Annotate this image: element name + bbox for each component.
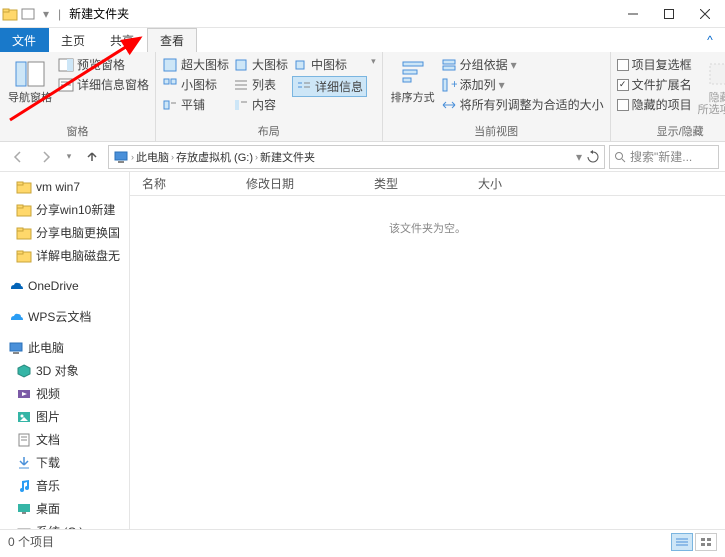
group-label-layout: 布局: [162, 123, 376, 139]
close-button[interactable]: [687, 0, 723, 28]
ribbon-tabs: 文件 主页 共享 查看 ^: [0, 28, 725, 52]
sidebar-thispc[interactable]: 此电脑: [0, 336, 129, 359]
group-label-show: 显示/隐藏: [617, 123, 725, 139]
history-dropdown-icon[interactable]: ▾: [576, 150, 582, 164]
sidebar-item[interactable]: 系统 (C:): [0, 520, 129, 529]
group-label-panes: 窗格: [6, 123, 149, 139]
sidebar-item[interactable]: 视频: [0, 382, 129, 405]
layout-xl[interactable]: 超大图标: [162, 56, 229, 73]
view-details-button[interactable]: [671, 533, 693, 551]
refresh-icon[interactable]: [586, 150, 600, 164]
crumb-thispc[interactable]: 此电脑: [136, 149, 169, 165]
sidebar-item[interactable]: 桌面: [0, 497, 129, 520]
file-ext-toggle[interactable]: ✓文件扩展名: [617, 76, 692, 93]
col-size[interactable]: 大小: [478, 175, 502, 192]
sidebar-item[interactable]: 图片: [0, 405, 129, 428]
layout-md[interactable]: 中图标: [292, 56, 367, 73]
groupby-button[interactable]: 分组依据 ▾: [441, 56, 604, 73]
hidden-items-toggle[interactable]: 隐藏的项目: [617, 96, 692, 113]
folder-icon: [2, 5, 18, 23]
statusbar: 0 个项目: [0, 529, 725, 553]
pc-icon: [113, 149, 129, 165]
layout-content[interactable]: 内容: [233, 96, 288, 113]
back-button[interactable]: [6, 145, 30, 169]
col-type[interactable]: 类型: [374, 175, 398, 192]
crumb-drive[interactable]: 存放虚拟机 (G:): [176, 149, 253, 165]
search-input[interactable]: 搜索"新建...: [609, 145, 719, 169]
minimize-button[interactable]: [615, 0, 651, 28]
sidebar-wps[interactable]: WPS云文档: [0, 305, 129, 328]
tab-home[interactable]: 主页: [49, 28, 98, 52]
status-count: 0 个项目: [8, 533, 54, 550]
sidebar: vm win7分享win10新建分享电脑更换国详解电脑磁盘无 OneDrive …: [0, 172, 130, 529]
layout-tiles[interactable]: 平铺: [162, 96, 229, 113]
view-icons-button[interactable]: [695, 533, 717, 551]
maximize-button[interactable]: [651, 0, 687, 28]
tab-share[interactable]: 共享: [98, 28, 147, 52]
hide-selected-button[interactable]: 隐藏 所选项目: [696, 54, 725, 116]
sidebar-item[interactable]: vm win7: [0, 176, 129, 198]
details-pane-button[interactable]: 详细信息窗格: [58, 76, 149, 93]
file-list: 名称 修改日期 类型 大小 该文件夹为空。: [130, 172, 725, 529]
empty-message: 该文件夹为空。: [130, 196, 725, 529]
group-label-view: 当前视图: [389, 123, 604, 139]
crumb-folder[interactable]: 新建文件夹: [260, 149, 315, 165]
addcol-button[interactable]: +添加列 ▾: [441, 76, 604, 93]
sidebar-item[interactable]: 3D 对象: [0, 359, 129, 382]
qat-icon[interactable]: [20, 5, 36, 23]
sidebar-item[interactable]: 音乐: [0, 474, 129, 497]
sidebar-item[interactable]: 详解电脑磁盘无: [0, 244, 129, 267]
window-title: 新建文件夹: [69, 5, 129, 22]
col-date[interactable]: 修改日期: [246, 175, 294, 192]
address-bar: ▾ › 此电脑 › 存放虚拟机 (G:) › 新建文件夹 ▾ 搜索"新建...: [0, 142, 725, 172]
layout-lg[interactable]: 大图标: [233, 56, 288, 73]
layout-sm[interactable]: 小图标: [162, 76, 229, 93]
col-name[interactable]: 名称: [142, 175, 166, 192]
svg-text:+: +: [451, 77, 457, 91]
breadcrumb[interactable]: › 此电脑 › 存放虚拟机 (G:) › 新建文件夹 ▾: [108, 145, 605, 169]
sort-button[interactable]: 排序方式: [389, 54, 437, 104]
sidebar-item[interactable]: 分享win10新建: [0, 198, 129, 221]
preview-pane-button[interactable]: 预览窗格: [58, 56, 149, 73]
forward-button[interactable]: [34, 145, 58, 169]
qat-dropdown-icon[interactable]: ▾: [38, 5, 54, 23]
nav-pane-button[interactable]: 导航窗格: [6, 54, 54, 104]
up-button[interactable]: [80, 145, 104, 169]
ribbon-collapse-button[interactable]: ^: [695, 28, 725, 52]
layout-expand-icon[interactable]: ▾: [371, 56, 376, 67]
tab-view[interactable]: 查看: [147, 28, 197, 52]
sidebar-onedrive[interactable]: OneDrive: [0, 275, 129, 297]
tab-file[interactable]: 文件: [0, 28, 49, 52]
layout-details[interactable]: 详细信息: [292, 76, 367, 97]
sidebar-item[interactable]: 文档: [0, 428, 129, 451]
layout-list[interactable]: 列表: [233, 76, 288, 93]
search-icon: [614, 151, 626, 163]
recent-button[interactable]: ▾: [62, 145, 76, 169]
titlebar: ▾ | 新建文件夹: [0, 0, 725, 28]
autosize-button[interactable]: 将所有列调整为合适的大小: [441, 96, 604, 113]
ribbon: 导航窗格 预览窗格 详细信息窗格 窗格 超大图标 小图标 平铺 大图标 列表 内…: [0, 52, 725, 142]
sidebar-item[interactable]: 分享电脑更换国: [0, 221, 129, 244]
item-checkboxes-toggle[interactable]: 项目复选框: [617, 56, 692, 73]
sidebar-item[interactable]: 下载: [0, 451, 129, 474]
